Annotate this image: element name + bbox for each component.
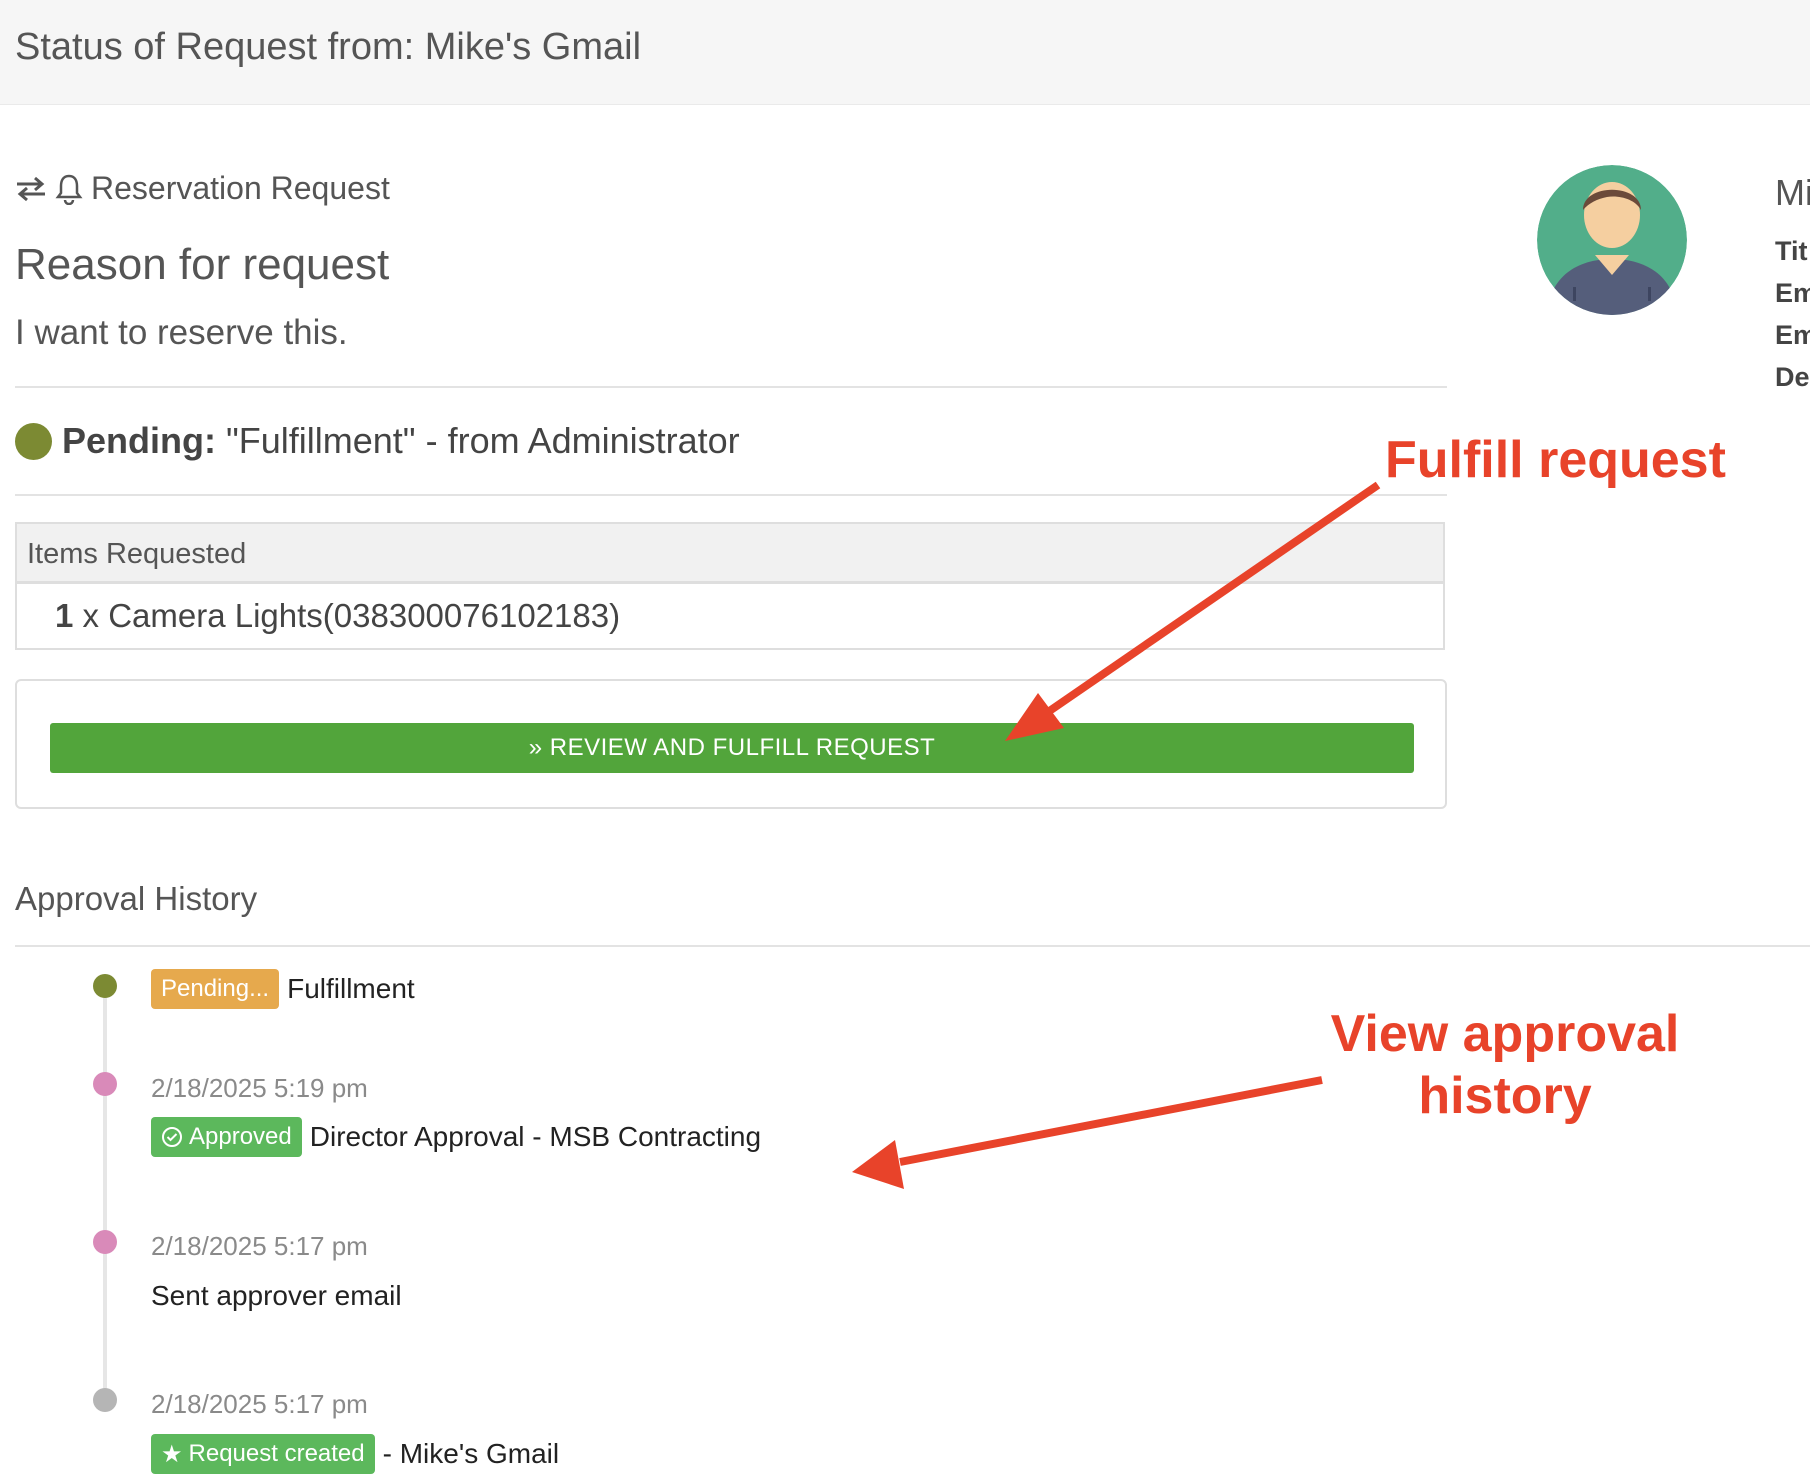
review-fulfill-label: REVIEW AND FULFILL REQUEST <box>549 734 936 761</box>
reason-title: Reason for request <box>15 240 390 289</box>
annotation-view-approval-history: View approval history <box>1320 1003 1690 1127</box>
action-panel: » REVIEW AND FULFILL REQUEST <box>15 679 1447 809</box>
timeline-dot-icon <box>93 974 117 998</box>
timeline-dot-icon <box>93 1072 117 1096</box>
double-chevron-right-icon: » <box>528 734 543 761</box>
pending-badge: Pending... <box>151 969 280 1009</box>
item-separator: x <box>82 597 100 634</box>
timeline-entry-text: Sent approver email <box>151 1280 402 1311</box>
request-created-badge-label: Request created <box>188 1440 365 1467</box>
timeline-entry: Sent approver email <box>151 1280 402 1312</box>
page-title: Status of Request from: Mike's Gmail <box>15 26 642 68</box>
profile-field-label: Em <box>1775 320 1810 350</box>
arrow-to-approval-history <box>899 1076 1323 1166</box>
timeline-entry-text: - Mike's Gmail <box>382 1438 560 1469</box>
item-name: Camera Lights(038300076102183) <box>108 597 621 634</box>
timeline-entry: ★ Request created - Mike's Gmail <box>151 1434 559 1474</box>
approved-badge-label: Approved <box>189 1123 292 1150</box>
avatar <box>1537 165 1687 315</box>
reason-text: I want to reserve this. <box>15 313 348 352</box>
timeline-line <box>103 985 107 1405</box>
timeline-entry: Pending... Fulfillment <box>151 969 415 1009</box>
bell-icon <box>55 174 83 205</box>
page-header: Status of Request from: Mike's Gmail <box>0 0 1810 105</box>
divider <box>15 945 1810 947</box>
review-fulfill-button[interactable]: » REVIEW AND FULFILL REQUEST <box>50 723 1414 773</box>
timeline-dot-icon <box>93 1388 117 1412</box>
timeline-entry-text: Fulfillment <box>287 973 415 1004</box>
items-table-header: Items Requested <box>17 524 1443 584</box>
annotation-line: View approval <box>1330 1005 1680 1063</box>
profile-field-label: Tit <box>1775 236 1808 266</box>
profile-name: Mi <box>1775 172 1810 213</box>
profile-field-label: Em <box>1775 278 1810 308</box>
annotation-fulfill-request: Fulfill request <box>1385 431 1726 489</box>
status-detail: "Fulfillment" - from Administrator <box>225 420 740 461</box>
timeline-entry-text: Director Approval - MSB Contracting <box>309 1121 762 1152</box>
status-dot-icon <box>15 422 52 460</box>
approved-badge: Approved <box>151 1117 302 1157</box>
swap-arrows-icon <box>17 176 45 201</box>
arrow-head-icon <box>852 1140 904 1189</box>
timeline-date: 2/18/2025 5:17 pm <box>151 1231 368 1261</box>
item-quantity: 1 <box>55 597 74 634</box>
annotation-line: history <box>1418 1067 1592 1125</box>
status-label: Pending: <box>62 420 216 461</box>
divider <box>15 386 1447 388</box>
timeline-date: 2/18/2025 5:19 pm <box>151 1073 368 1103</box>
timeline-dot-icon <box>93 1230 117 1254</box>
request-created-badge: ★ Request created <box>151 1434 375 1474</box>
items-requested-table: Items Requested 1 x Camera Lights(038300… <box>15 522 1445 650</box>
approval-history-title: Approval History <box>15 880 258 917</box>
check-circle-icon <box>162 1127 182 1147</box>
table-row: 1 x Camera Lights(038300076102183) <box>17 584 1443 648</box>
timeline-entry: Approved Director Approval - MSB Contrac… <box>151 1117 761 1157</box>
timeline-date: 2/18/2025 5:17 pm <box>151 1389 368 1419</box>
request-type: Reservation Request <box>15 170 390 207</box>
request-type-label: Reservation Request <box>91 170 390 206</box>
profile-field-label: De <box>1775 362 1810 392</box>
divider <box>15 494 1447 496</box>
star-icon: ★ <box>161 1440 183 1468</box>
request-status: Pending: "Fulfillment" - from Administra… <box>15 420 740 462</box>
